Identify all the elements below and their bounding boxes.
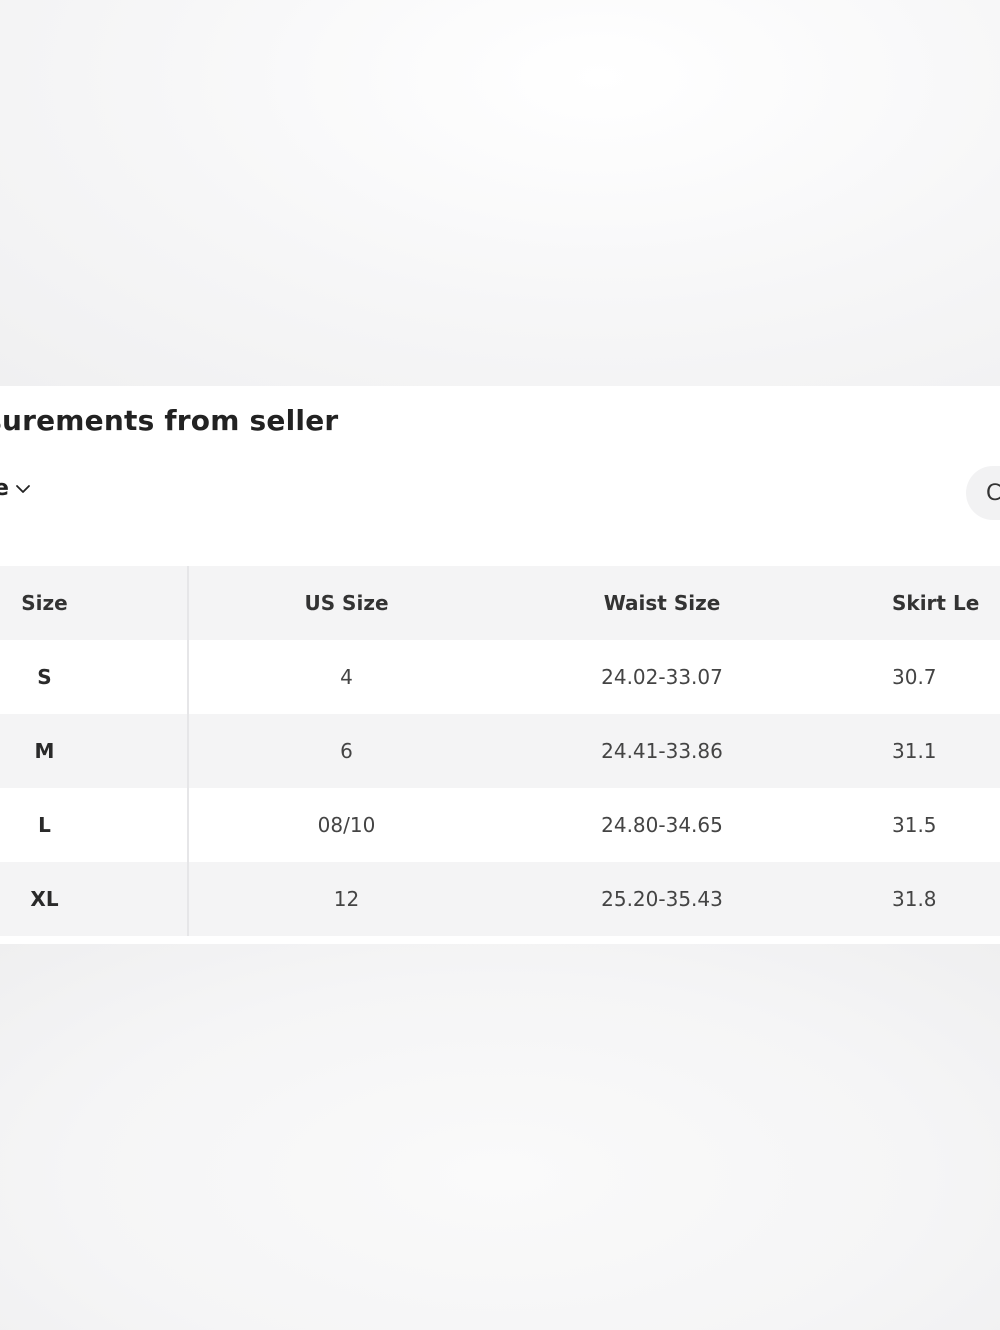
cell-size: M bbox=[0, 714, 189, 788]
table-header-row: Size US Size Waist Size Skirt Le bbox=[0, 566, 1000, 640]
background-top bbox=[0, 0, 1000, 386]
cell-skirt-length: 31.8 bbox=[892, 887, 937, 911]
header-us-size: US Size bbox=[304, 591, 389, 615]
cell-waist-size: 25.20-35.43 bbox=[601, 887, 723, 911]
header-size: Size bbox=[0, 566, 189, 640]
cell-skirt-length: 30.7 bbox=[892, 665, 937, 689]
cell-us-size: 6 bbox=[340, 739, 353, 763]
size-table: Size US Size Waist Size Skirt Le S 4 24.… bbox=[0, 566, 1000, 936]
unit-select-label: e bbox=[0, 476, 9, 501]
cell-skirt-length: 31.5 bbox=[892, 813, 937, 837]
cell-us-size: 12 bbox=[333, 887, 360, 911]
table-row: XL 12 25.20-35.43 31.8 bbox=[0, 862, 1000, 936]
header-waist-size: Waist Size bbox=[603, 591, 721, 615]
table-row: M 6 24.41-33.86 31.1 bbox=[0, 714, 1000, 788]
unit-toggle-button[interactable]: C bbox=[966, 466, 1000, 520]
background-bottom bbox=[0, 944, 1000, 1330]
chevron-down-icon bbox=[16, 484, 30, 493]
cell-skirt-length: 31.1 bbox=[892, 739, 937, 763]
cell-us-size: 08/10 bbox=[317, 813, 376, 837]
cell-waist-size: 24.02-33.07 bbox=[601, 665, 723, 689]
cell-us-size: 4 bbox=[340, 665, 353, 689]
header-skirt-length: Skirt Le bbox=[892, 591, 980, 615]
cell-waist-size: 24.41-33.86 bbox=[601, 739, 723, 763]
unit-toggle-label: C bbox=[986, 480, 1000, 506]
size-chart-panel: asurements from seller e C Size US Size … bbox=[0, 386, 1000, 944]
cell-waist-size: 24.80-34.65 bbox=[601, 813, 723, 837]
cell-size: XL bbox=[0, 862, 189, 936]
unit-select-dropdown[interactable]: e bbox=[0, 476, 31, 501]
table-row: S 4 24.02-33.07 30.7 bbox=[0, 640, 1000, 714]
cell-size: S bbox=[0, 640, 189, 714]
cell-size: L bbox=[0, 788, 189, 862]
panel-title: asurements from seller bbox=[0, 404, 339, 437]
table-row: L 08/10 24.80-34.65 31.5 bbox=[0, 788, 1000, 862]
